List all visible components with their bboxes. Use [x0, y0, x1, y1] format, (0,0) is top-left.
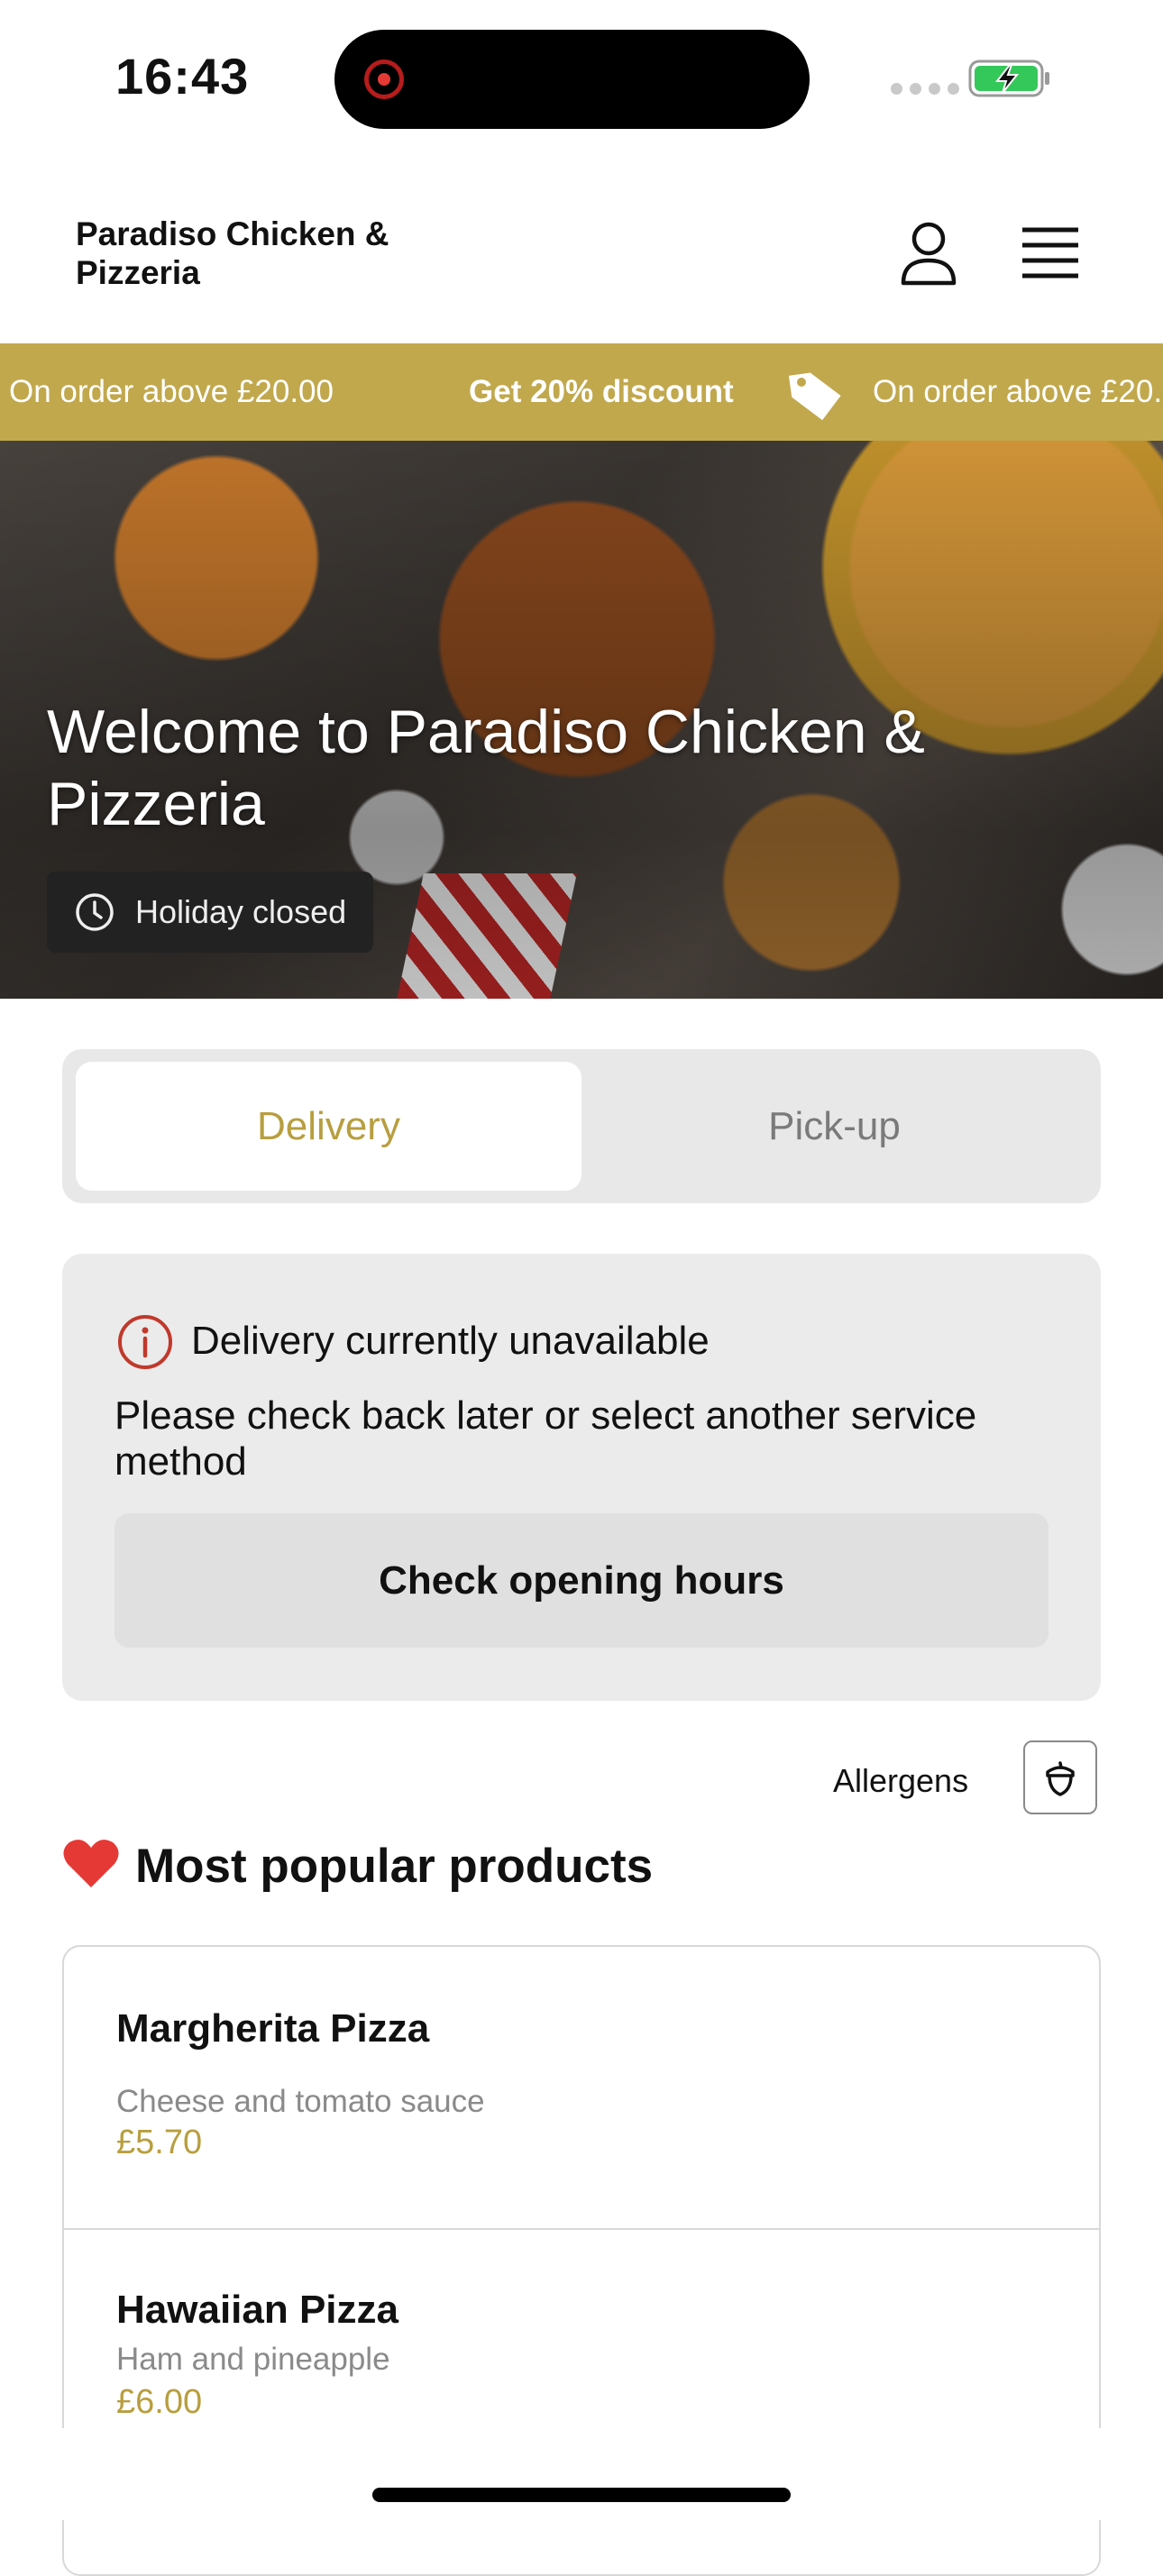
product-price: £6.00	[116, 2383, 203, 2421]
promo-banner: On order above £20.00 Get 20% discount O…	[0, 343, 1163, 441]
info-icon	[118, 1315, 172, 1369]
product-item[interactable]: Hawaiian Pizza Ham and pineapple £6.00	[64, 2228, 1099, 2574]
section-title: Most popular products	[135, 1840, 654, 1893]
delivery-unavailable-notice: Delivery currently unavailable Please ch…	[62, 1254, 1101, 1701]
account-icon[interactable]	[899, 221, 958, 286]
product-description: Ham and pineapple	[116, 2342, 390, 2377]
dynamic-island	[334, 30, 810, 129]
signal-icon	[891, 83, 959, 95]
store-name: Paradiso Chicken & Pizzeria	[76, 215, 389, 291]
promo-text: On order above £20.00	[9, 374, 334, 409]
menu-icon[interactable]	[1021, 226, 1080, 279]
check-opening-hours-button[interactable]: Check opening hours	[114, 1513, 1049, 1648]
status-badge: Holiday closed	[47, 872, 374, 953]
product-description: Cheese and tomato sauce	[116, 2084, 485, 2119]
promo-text: On order above £20.00	[873, 374, 1163, 409]
notice-body: Please check back later or select anothe…	[114, 1393, 977, 1484]
tab-pickup[interactable]: Pick-up	[582, 1062, 1087, 1191]
product-price: £5.70	[116, 2124, 203, 2161]
product-name: Margherita Pizza	[116, 2006, 430, 2051]
home-indicator[interactable]	[372, 2488, 791, 2502]
allergens-label[interactable]: Allergens	[833, 1762, 968, 1800]
acorn-icon	[1046, 1761, 1075, 1796]
service-toggle: Delivery Pick-up	[62, 1049, 1101, 1203]
clock-icon	[76, 893, 114, 931]
hero-title: Welcome to Paradiso Chicken & Pizzeria	[47, 698, 925, 838]
hero-banner: Welcome to Paradiso Chicken & Pizzeria H…	[0, 441, 1163, 999]
tag-icon	[788, 372, 841, 421]
battery-charging-icon	[968, 59, 1049, 97]
tab-delivery[interactable]: Delivery	[76, 1062, 582, 1191]
product-item[interactable]: Margherita Pizza Cheese and tomato sauce…	[64, 1947, 1099, 2230]
bottom-safe-area	[0, 2428, 1163, 2520]
status-badge-label: Holiday closed	[135, 893, 347, 930]
product-name: Hawaiian Pizza	[116, 2288, 399, 2332]
record-icon	[364, 59, 404, 99]
allergens-button[interactable]	[1023, 1740, 1097, 1814]
heart-icon	[63, 1840, 119, 1887]
status-time: 16:43	[115, 48, 250, 105]
notice-title: Delivery currently unavailable	[191, 1319, 710, 1363]
promo-discount-text: Get 20% discount	[469, 374, 734, 409]
